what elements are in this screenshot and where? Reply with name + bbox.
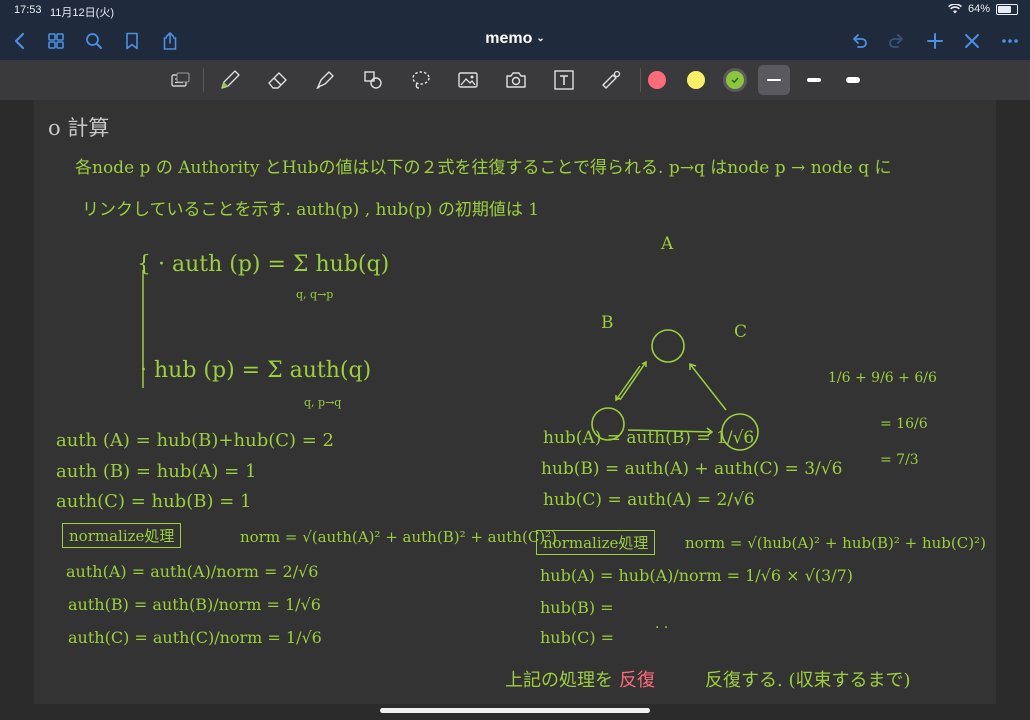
equation-auth: { · auth (p) = Σ hub(q) <box>137 252 390 277</box>
nav-bar: memo ⌄ <box>0 22 1030 60</box>
color-swatch-red[interactable] <box>648 71 666 89</box>
footer-note: 上記の処理を 反復 <box>505 666 661 692</box>
redo-icon <box>889 34 903 48</box>
node-b-label: B <box>601 313 614 333</box>
eraser-tool[interactable] <box>263 66 293 94</box>
laser-pointer-tool[interactable] <box>596 66 626 94</box>
footer-post: 反復する. (収束するまで) <box>705 670 911 691</box>
camera-tool[interactable] <box>501 66 531 94</box>
redo-button[interactable] <box>883 27 911 55</box>
heading: o 計算 <box>48 116 110 140</box>
stroke-thick[interactable] <box>837 65 869 95</box>
hub-a-line: hub(A) = auth(B) = 1/√6 <box>543 428 755 448</box>
norm-auth-c: auth(C) = auth(C)/norm = 1/√6 <box>68 628 322 647</box>
normalize-box-right: normalize処理 <box>536 530 656 555</box>
close-button[interactable] <box>958 27 986 55</box>
drawing-toolbar <box>0 60 1030 100</box>
keyboard-tool[interactable] <box>165 66 195 94</box>
status-time: 17:53 <box>14 4 42 16</box>
ellipsis-dots: · · <box>655 620 669 636</box>
battery-icon <box>996 3 1018 15</box>
undo-button[interactable] <box>845 27 873 55</box>
undo-icon <box>853 34 867 48</box>
footer-pre: 上記の処理を <box>505 670 613 691</box>
norm-formula-left: norm = √(auth(A)² + auth(B)² + auth(C)²) <box>240 528 558 546</box>
hub-b-line: hub(B) = auth(A) + auth(C) = 3/√6 <box>541 459 843 479</box>
close-icon <box>965 34 979 48</box>
lasso-tool[interactable] <box>406 66 436 94</box>
equation-auth-subscript: q, q→p <box>296 288 334 301</box>
norm-hub-b: hub(B) = <box>540 598 614 617</box>
wifi-icon <box>948 4 962 14</box>
hub-c-line: hub(C) = auth(A) = 2/√6 <box>543 490 755 510</box>
footer-red: 反復 <box>619 670 655 691</box>
shapes-icon <box>364 71 382 89</box>
normalize-box-left: normalize処理 <box>62 523 182 548</box>
pen-icon <box>221 70 240 89</box>
home-indicator[interactable] <box>380 708 650 713</box>
norm-hub-a: hub(A) = hub(A)/norm = 1/√6 × √(3/7) <box>540 566 854 585</box>
status-bar: 17:53 11月12日(火) 64% <box>0 0 1030 22</box>
pen-tool[interactable] <box>215 66 245 94</box>
node-c-label: C <box>734 322 748 342</box>
status-right: 64% <box>948 3 1018 15</box>
camera-icon <box>506 72 526 88</box>
norm-auth-b: auth(B) = auth(B)/norm = 1/√6 <box>68 595 321 614</box>
norm-hub-c: hub(C) = <box>540 628 615 647</box>
document-title-text: memo <box>485 30 533 47</box>
note-canvas[interactable]: o 計算 各node p の Authority とHubの値は以下の２式を往復… <box>0 100 1030 720</box>
fraction-line-3: = 7/3 <box>880 452 919 468</box>
equation-hub: · hub (p) = Σ auth(q) <box>140 358 372 383</box>
highlighter-icon <box>316 71 334 89</box>
intro-line-1: 各node p の Authority とHubの値は以下の２式を往復することで… <box>75 158 892 178</box>
text-box-icon <box>554 70 574 90</box>
color-swatch-yellow[interactable] <box>687 71 705 89</box>
lasso-icon <box>412 71 430 89</box>
norm-formula-right: norm = √(hub(A)² + hub(B)² + hub(C)²) <box>685 534 986 552</box>
keyboard-icon <box>171 72 190 87</box>
auth-b-line: auth (B) = hub(A) = 1 <box>56 461 257 482</box>
document-title[interactable]: memo ⌄ <box>0 30 1030 48</box>
auth-c-line: auth(C) = hub(B) = 1 <box>56 491 252 512</box>
norm-auth-a: auth(A) = auth(A)/norm = 2/√6 <box>66 562 319 581</box>
stroke-thin[interactable] <box>758 65 790 95</box>
battery-percent: 64% <box>967 3 990 15</box>
highlighter-tool[interactable] <box>310 66 340 94</box>
color-swatch-green-selected[interactable] <box>726 71 744 89</box>
image-tool[interactable] <box>453 66 483 94</box>
eraser-icon <box>268 72 287 89</box>
chevron-down-icon: ⌄ <box>536 33 545 44</box>
laser-pointer-icon <box>602 70 621 89</box>
fraction-line-2: = 16/6 <box>880 416 928 432</box>
shapes-tool[interactable] <box>358 66 388 94</box>
equation-hub-subscript: q, p→q <box>304 396 342 409</box>
status-date: 11月12日(火) <box>50 7 114 19</box>
text-box-tool[interactable] <box>549 66 579 94</box>
more-button[interactable] <box>996 27 1024 55</box>
node-a-label: A <box>661 234 674 254</box>
checkmark-icon <box>731 77 739 84</box>
plus-icon <box>927 33 943 49</box>
add-page-button[interactable] <box>921 27 949 55</box>
more-icon <box>1002 39 1018 43</box>
image-icon <box>458 72 478 88</box>
auth-a-line: auth (A) = hub(B)+hub(C) = 2 <box>56 430 335 451</box>
fraction-line-1: 1/6 + 9/6 + 6/6 <box>828 370 937 386</box>
stroke-medium[interactable] <box>798 65 830 95</box>
intro-line-2: リンクしていることを示す. auth(p) , hub(p) の初期値は 1 <box>82 200 540 220</box>
